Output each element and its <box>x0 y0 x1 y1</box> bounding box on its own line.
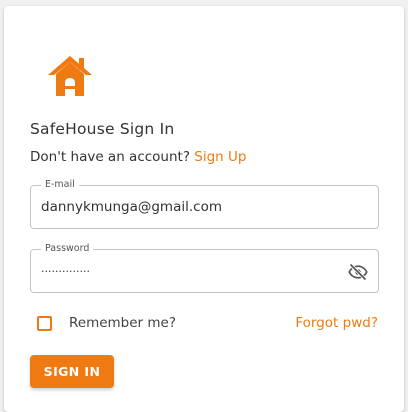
password-field: Password <box>30 243 379 293</box>
sign-in-card: SafeHouse Sign In Don't have an account?… <box>4 6 404 412</box>
signup-prompt-text: Don't have an account? <box>30 149 190 165</box>
checkbox-box[interactable] <box>37 315 52 331</box>
house-icon <box>48 56 92 96</box>
password-input[interactable] <box>31 250 378 292</box>
signup-link[interactable]: Sign Up <box>194 149 246 165</box>
forgot-password-link[interactable]: Forgot pwd? <box>295 315 378 331</box>
sign-in-button[interactable]: SIGN IN <box>30 355 114 388</box>
email-field: E-mail <box>30 179 379 229</box>
signup-prompt: Don't have an account? Sign Up <box>30 149 246 165</box>
page-title: SafeHouse Sign In <box>30 120 175 138</box>
email-input[interactable] <box>31 186 378 228</box>
remember-me-label: Remember me? <box>69 315 177 331</box>
remember-me-checkbox[interactable]: Remember me? <box>37 315 176 331</box>
eye-slash-icon[interactable] <box>348 262 368 282</box>
